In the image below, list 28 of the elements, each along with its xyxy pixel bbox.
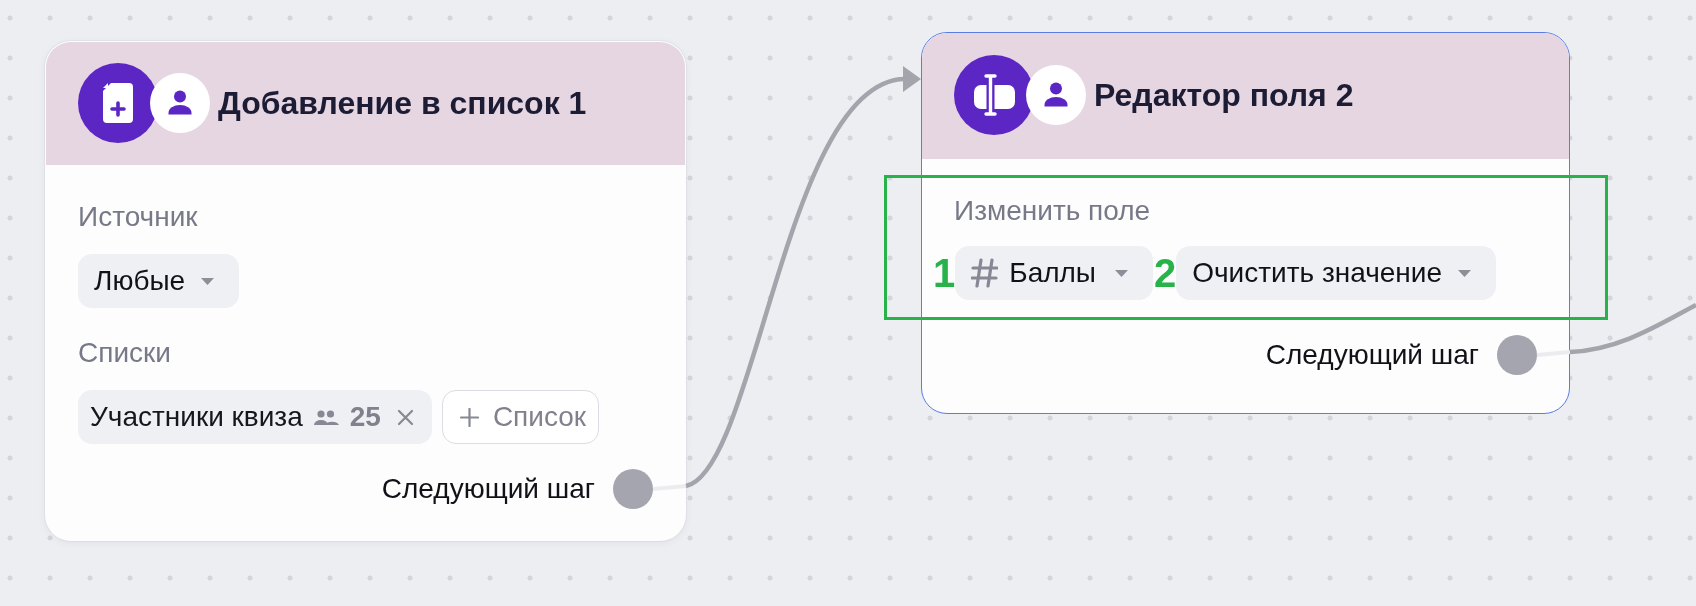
output-handle[interactable] bbox=[613, 469, 653, 509]
caret-icon bbox=[1115, 269, 1128, 277]
caret-icon bbox=[1458, 269, 1471, 277]
list-name: Участники квиза bbox=[90, 400, 303, 434]
node-title: Добавление в список 1 bbox=[218, 84, 587, 122]
hash-icon bbox=[971, 258, 999, 288]
close-icon[interactable] bbox=[396, 408, 414, 426]
output-label: Следующий шаг bbox=[1265, 338, 1479, 372]
annotation-number: 1 bbox=[933, 251, 956, 295]
node-card[interactable]: Редактор поля 2 Изменить поле 1 Баллы 2 Очистить значение Следующий шаг bbox=[921, 32, 1570, 414]
field-dropdown[interactable]: Баллы bbox=[955, 246, 1153, 300]
section-label: Источник bbox=[78, 201, 198, 233]
plus-icon bbox=[459, 407, 479, 427]
add-list-button[interactable]: Список bbox=[441, 390, 600, 444]
node-card[interactable]: Добавление в список 1 Источник Любые Списки Участники квиза 25 Список Следующий шаг bbox=[45, 41, 686, 541]
output-label: Следующий шаг bbox=[381, 472, 595, 506]
people-icon bbox=[312, 408, 339, 426]
output-handle[interactable] bbox=[1497, 335, 1537, 375]
section-label: Списки bbox=[78, 337, 171, 369]
caret-icon bbox=[201, 277, 215, 285]
user-icon bbox=[1026, 65, 1086, 125]
dropdown[interactable]: Любые bbox=[78, 254, 240, 308]
node-title: Редактор поля 2 bbox=[1094, 76, 1354, 114]
member-count: 25 bbox=[349, 400, 381, 434]
user-icon bbox=[150, 73, 210, 133]
annotation-number: 2 bbox=[1154, 251, 1177, 295]
dropdown[interactable]: Очистить значение bbox=[1176, 246, 1496, 300]
section-label: Изменить поле bbox=[954, 195, 1151, 227]
